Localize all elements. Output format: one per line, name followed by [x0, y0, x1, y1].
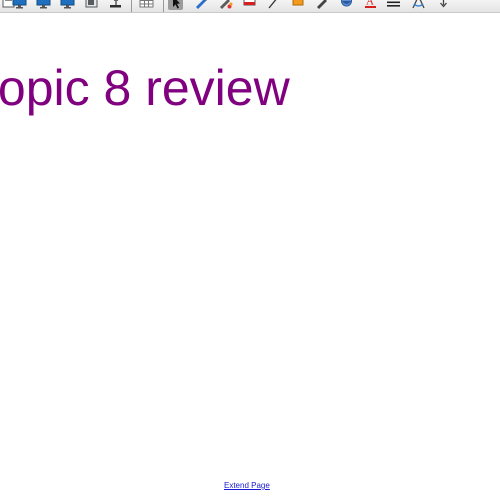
- fill-icon[interactable]: [339, 0, 354, 10]
- toolbar-separator: [163, 0, 164, 12]
- monitor-icon[interactable]: [36, 0, 51, 10]
- magic-pen-icon[interactable]: [314, 0, 329, 10]
- table-icon[interactable]: [139, 0, 154, 10]
- pen-icon[interactable]: [193, 0, 208, 10]
- select-arrow-icon[interactable]: [168, 0, 183, 10]
- creative-pen-icon[interactable]: [218, 0, 233, 10]
- page-title: topic 8 review: [0, 60, 290, 116]
- text-icon[interactable]: A: [363, 0, 378, 10]
- monitor-icon[interactable]: [12, 0, 27, 10]
- shape-icon[interactable]: [290, 0, 305, 10]
- toolbar-separator: [131, 0, 132, 12]
- monitor-icon[interactable]: [60, 0, 75, 10]
- properties-icon[interactable]: [386, 0, 401, 10]
- whiteboard-page[interactable]: topic 8 review Extend Page: [0, 13, 500, 500]
- measurement-icon[interactable]: [411, 0, 426, 10]
- screen-capture-icon[interactable]: [84, 0, 99, 10]
- eraser-icon[interactable]: [242, 0, 257, 10]
- more-icon[interactable]: [436, 0, 451, 10]
- document-camera-icon[interactable]: [108, 0, 123, 10]
- line-icon[interactable]: [266, 0, 281, 10]
- extend-page-link[interactable]: Extend Page: [224, 481, 270, 490]
- notebook-window: A topic 8 review Extend Page: [0, 0, 500, 500]
- toolbar: A: [0, 0, 500, 13]
